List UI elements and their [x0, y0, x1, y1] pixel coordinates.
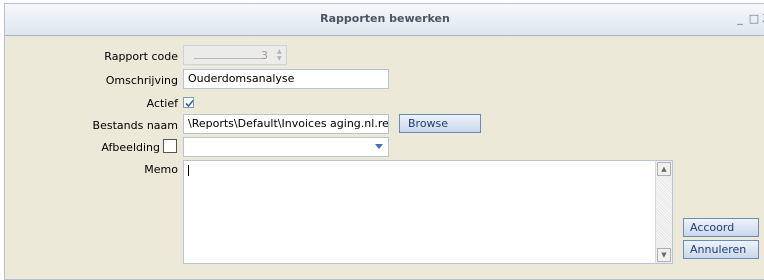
- rapport-code-label: Rapport code: [104, 50, 178, 63]
- window-title: Rapporten bewerken: [320, 12, 450, 25]
- rapport-code-value: 3: [261, 49, 268, 62]
- dialog-window: Rapporten bewerken _ □ X Rapport code 3 …: [4, 3, 764, 280]
- title-bar: Rapporten bewerken _ □ X: [5, 4, 764, 36]
- memo-textarea[interactable]: ▲ ▼: [183, 160, 673, 264]
- omschrijving-field[interactable]: Ouderdomsanalyse: [183, 69, 389, 89]
- form-area: Rapport code 3 ▲ ▼ Omschrijving Ouderdom…: [5, 36, 764, 279]
- rapport-code-stepper: 3 ▲ ▼: [183, 45, 287, 65]
- accoord-button[interactable]: Accoord: [683, 218, 759, 237]
- omschrijving-label: Omschrijving: [105, 74, 178, 87]
- maximize-button[interactable]: □: [748, 13, 760, 25]
- close-button[interactable]: X: [760, 13, 764, 25]
- checkmark-icon: [185, 99, 194, 108]
- scroll-up-icon[interactable]: ▲: [657, 162, 671, 176]
- memo-scrollbar[interactable]: ▲ ▼: [655, 161, 672, 263]
- annuleren-button[interactable]: Annuleren: [683, 240, 759, 259]
- bestands-naam-field[interactable]: \Reports\Default\Invoices aging.nl.rep: [183, 114, 389, 134]
- scroll-down-icon[interactable]: ▼: [657, 248, 671, 262]
- minimize-button[interactable]: _: [734, 13, 746, 25]
- afbeelding-preview: [163, 139, 177, 153]
- actief-label: Actief: [146, 97, 178, 110]
- text-cursor: [188, 165, 189, 176]
- memo-label: Memo: [144, 163, 178, 176]
- browse-button[interactable]: Browse: [399, 114, 481, 133]
- spin-down-icon: ▼: [277, 55, 282, 62]
- afbeelding-combobox[interactable]: [183, 137, 389, 157]
- bestands-naam-label: Bestands naam: [92, 119, 178, 132]
- chevron-down-icon[interactable]: [374, 141, 384, 151]
- afbeelding-label: Afbeelding: [101, 141, 160, 154]
- actief-checkbox[interactable]: [183, 97, 194, 108]
